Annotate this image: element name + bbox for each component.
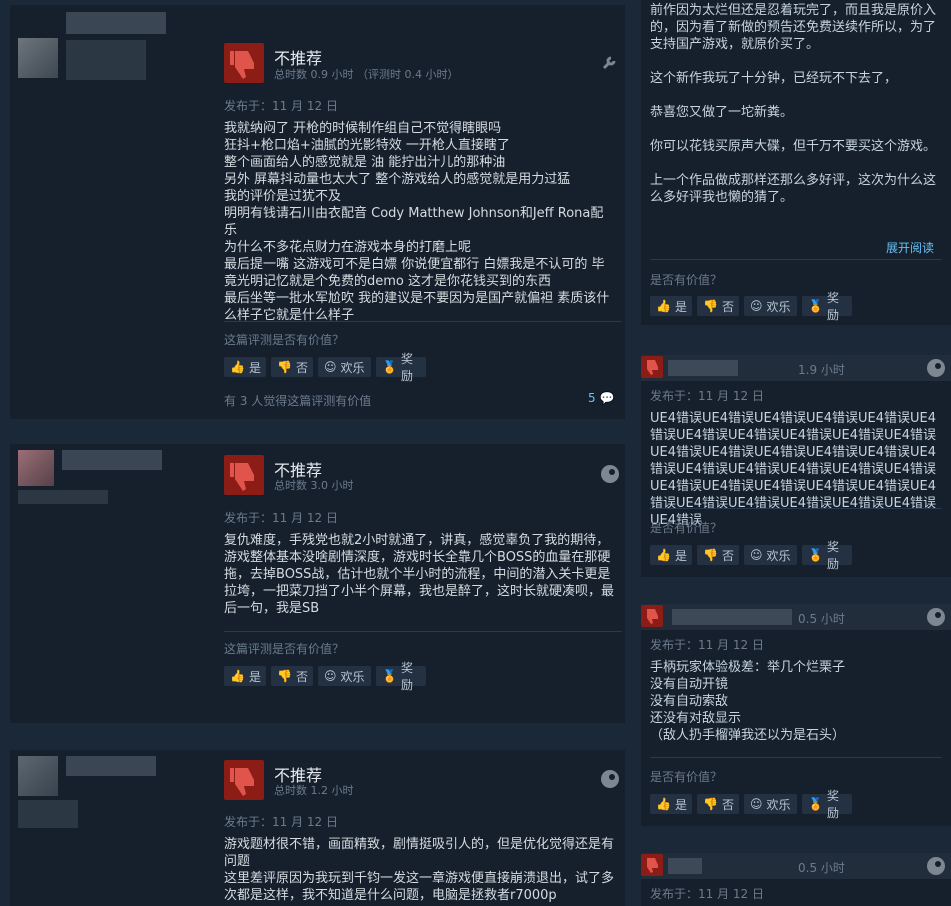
review-hours: 0.5 小时 (798, 861, 845, 875)
vote-funny-button[interactable]: ☺ 欢乐 (318, 666, 371, 686)
review-posted-date: 发布于：11 月 12 日 (650, 887, 764, 901)
username-blurred[interactable] (66, 12, 166, 34)
helpful-question: 是否有价值？ (650, 521, 723, 535)
vote-yes-button[interactable]: 👍 是 (224, 666, 266, 686)
comment-icon: 💬 (599, 391, 615, 405)
thumbs-up-icon: 👍 (656, 299, 671, 313)
vote-no-button[interactable]: 👎 否 (697, 794, 739, 814)
smiley-icon: ☺ (750, 299, 763, 313)
smiley-icon: ☺ (750, 797, 763, 811)
vote-funny-button[interactable]: ☺ 欢乐 (744, 296, 797, 316)
award-button[interactable]: 🏅 奖励 (802, 540, 852, 571)
username-blurred[interactable] (62, 450, 162, 470)
smiley-icon: ☺ (750, 548, 763, 562)
review-posted-date: 发布于：11 月 12 日 (650, 389, 764, 403)
review-text: 游戏题材很不错，画面精致，剧情挺吸引人的，但是优化觉得还是有问题 这里差评原因为… (224, 837, 615, 903)
avatar-blurred[interactable] (18, 450, 54, 486)
steam-icon (927, 608, 945, 626)
award-icon: 🏅 (808, 548, 823, 562)
award-button[interactable]: 🏅 奖励 (376, 352, 426, 383)
vote-no-button[interactable]: 👎 否 (271, 357, 313, 377)
thumbs-down-icon (641, 356, 663, 378)
username-blurred[interactable] (66, 756, 156, 776)
thumbs-down-icon (641, 854, 663, 876)
vote-funny-button[interactable]: ☺ 欢乐 (744, 545, 797, 565)
review-text: 手柄玩家体验极差：举几个烂栗子 没有自动开镜 没有自动索敌 还没有对敌显示 （敌… (650, 660, 846, 743)
thumbs-down-icon (224, 760, 264, 800)
smiley-icon: ☺ (324, 669, 337, 683)
avatar-blurred[interactable] (18, 756, 58, 796)
divider (224, 631, 622, 632)
steam-icon (601, 770, 619, 788)
award-button[interactable]: 🏅 奖励 (802, 291, 852, 322)
username-blurred[interactable] (668, 858, 702, 874)
avatar-blurred[interactable] (18, 38, 58, 78)
divider (650, 757, 942, 758)
divider (224, 321, 622, 322)
thumbs-up-icon: 👍 (230, 669, 245, 683)
vote-no-button[interactable]: 👎 否 (697, 545, 739, 565)
thumbs-down-icon (224, 455, 264, 495)
helpful-count: 有 3 人觉得这篇评测有价值 (224, 394, 372, 408)
divider (650, 508, 942, 509)
thumbs-down-icon: 👎 (703, 548, 718, 562)
review-hours: 总时数 1.2 小时 (274, 784, 354, 797)
profile-info-blurred (18, 490, 108, 504)
wrench-icon (602, 56, 616, 70)
review-hours: 总时数 3.0 小时 (274, 479, 354, 492)
award-button[interactable]: 🏅 奖励 (802, 789, 852, 820)
steam-icon (927, 359, 945, 377)
award-icon: 🏅 (382, 360, 397, 374)
review-text: 前作因为太烂但还是忍着玩完了，而且我是原价入的，因为看了新做的预告还免费送续作所… (650, 3, 937, 205)
review-hours: 0.5 小时 (798, 612, 845, 626)
helpful-question: 是否有价值？ (650, 770, 723, 784)
profile-info-blurred (66, 40, 146, 80)
award-icon: 🏅 (382, 669, 397, 683)
vote-yes-button[interactable]: 👍 是 (650, 545, 692, 565)
award-icon: 🏅 (808, 797, 823, 811)
vote-no-button[interactable]: 👎 否 (271, 666, 313, 686)
thumbs-down-icon: 👎 (703, 797, 718, 811)
thumbs-down-icon: 👎 (277, 360, 292, 374)
thumbs-up-icon: 👍 (656, 548, 671, 562)
vote-yes-button[interactable]: 👍 是 (224, 357, 266, 377)
thumbs-down-icon: 👎 (703, 299, 718, 313)
helpful-question: 是否有价值？ (650, 273, 723, 287)
review-hours: 1.9 小时 (798, 363, 845, 377)
review-posted-date: 发布于：11 月 12 日 (224, 511, 338, 525)
steam-icon (601, 465, 619, 483)
expand-review-link[interactable]: 展开阅读 (886, 239, 934, 256)
vote-no-button[interactable]: 👎 否 (697, 296, 739, 316)
review-text: UE4错误UE4错误UE4错误UE4错误UE4错误UE4错误UE4错误UE4错误… (650, 411, 937, 528)
helpful-question: 这篇评测是否有价值？ (224, 642, 345, 656)
award-icon: 🏅 (808, 299, 823, 313)
divider (650, 259, 942, 260)
vote-funny-button[interactable]: ☺ 欢乐 (318, 357, 371, 377)
thumbs-up-icon: 👍 (656, 797, 671, 811)
vote-yes-button[interactable]: 👍 是 (650, 794, 692, 814)
vote-yes-button[interactable]: 👍 是 (650, 296, 692, 316)
vote-funny-button[interactable]: ☺ 欢乐 (744, 794, 797, 814)
award-button[interactable]: 🏅 奖励 (376, 661, 426, 692)
review-text: 复仇难度，手残党也就2小时就通了，讲真，感觉辜负了我的期待，游戏整体基本没啥剧情… (224, 533, 615, 616)
thumbs-down-icon (641, 605, 663, 627)
helpful-question: 这篇评测是否有价值？ (224, 333, 345, 347)
review-hours: 总时数 0.9 小时 （评测时 0.4 小时） (274, 68, 459, 81)
steam-icon (927, 857, 945, 875)
thumbs-down-icon (224, 43, 264, 83)
username-blurred[interactable] (672, 609, 792, 625)
review-posted-date: 发布于：11 月 12 日 (650, 638, 764, 652)
thumbs-down-icon: 👎 (277, 669, 292, 683)
profile-info-blurred (18, 800, 78, 828)
username-blurred[interactable] (668, 360, 738, 376)
comment-count[interactable]: 5 💬 (588, 391, 614, 405)
smiley-icon: ☺ (324, 360, 337, 374)
review-posted-date: 发布于：11 月 12 日 (224, 815, 338, 829)
review-posted-date: 发布于：11 月 12 日 (224, 99, 338, 113)
review-text: 我就纳闷了 开枪的时候制作组自己不觉得瞎眼吗 狂抖+枪口焰+油腻的光影特效 一开… (224, 121, 610, 323)
thumbs-up-icon: 👍 (230, 360, 245, 374)
